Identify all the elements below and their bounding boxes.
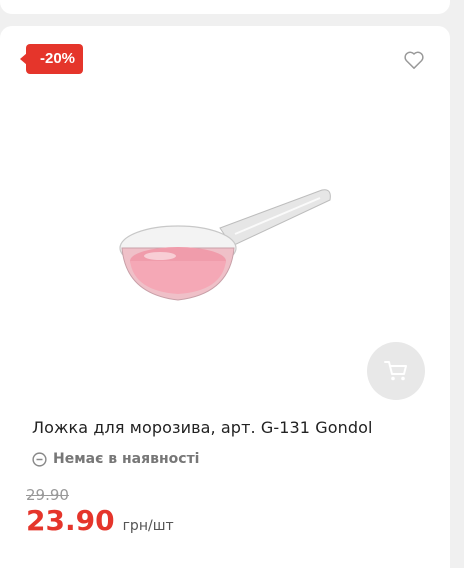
availability-status: Немає в наявності bbox=[32, 451, 199, 467]
minus-circle-icon bbox=[32, 451, 47, 467]
price-unit: грн/шт bbox=[122, 518, 174, 534]
heart-icon[interactable] bbox=[403, 50, 425, 70]
cart-icon bbox=[384, 361, 407, 381]
product-image[interactable] bbox=[100, 176, 340, 306]
discount-badge: -20% bbox=[19, 44, 84, 74]
price-row: 23.90 грн/шт bbox=[26, 504, 174, 537]
availability-label: Немає в наявності bbox=[53, 451, 200, 467]
product-card[interactable]: -20% Ложка для морозива, арт. G-131 Gond… bbox=[0, 26, 450, 568]
product-title[interactable]: Ложка для морозива, арт. G-131 Gondol bbox=[32, 418, 373, 437]
old-price: 29.90 bbox=[26, 486, 69, 504]
add-to-cart-button[interactable] bbox=[367, 342, 425, 400]
current-price: 23.90 bbox=[26, 504, 115, 537]
previous-product-card bbox=[0, 0, 450, 14]
